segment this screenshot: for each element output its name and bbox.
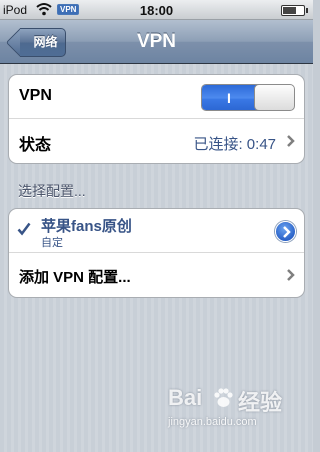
watermark-brand-right: 经验 xyxy=(238,390,283,415)
baidu-jingyan-watermark: Bai 经验 jingyan.baidu.com xyxy=(168,385,308,445)
toggle-knob[interactable] xyxy=(254,85,294,110)
profile-subtitle: 自定 xyxy=(41,237,63,249)
chevron-right-icon xyxy=(287,269,295,281)
toggle-on-indicator: I xyxy=(202,85,256,110)
status-value: 已连接: 0:47 xyxy=(193,136,276,153)
back-button[interactable]: 网络 xyxy=(10,28,66,58)
battery-icon xyxy=(281,5,308,16)
back-button-label[interactable]: 网络 xyxy=(20,28,66,57)
clock: 18:00 xyxy=(139,3,174,18)
chevron-right-icon xyxy=(283,226,291,238)
add-vpn-config-row[interactable]: 添加 VPN 配置... xyxy=(9,253,304,297)
status-label: 状态 xyxy=(19,137,52,154)
vpn-profile-row[interactable]: 苹果fans原创 自定 xyxy=(9,209,304,253)
status-bar: iPod VPN 18:00 xyxy=(0,0,313,20)
add-vpn-config-label: 添加 VPN 配置... xyxy=(19,269,131,286)
watermark-url: jingyan.baidu.com xyxy=(168,416,257,428)
vpn-toggle-switch[interactable]: I xyxy=(201,84,295,111)
watermark-brand-left: Bai xyxy=(168,385,203,410)
vpn-toggle-label: VPN xyxy=(19,87,52,104)
checkmark-icon xyxy=(17,222,31,236)
vpn-settings-group: VPN I 状态 已连接: 0:47 xyxy=(8,74,305,164)
vpn-toggle-row: VPN I xyxy=(9,75,304,119)
vpn-config-group: 苹果fans原创 自定 添加 VPN 配置... xyxy=(8,208,305,298)
chevron-right-icon xyxy=(287,135,295,147)
section-header: 选择配置... xyxy=(18,183,86,199)
profile-name: 苹果fans原创 xyxy=(41,218,132,235)
detail-disclosure-button[interactable] xyxy=(275,221,296,242)
paw-logo-icon xyxy=(214,388,233,407)
vpn-status-row[interactable]: 状态 已连接: 0:47 xyxy=(9,119,304,163)
